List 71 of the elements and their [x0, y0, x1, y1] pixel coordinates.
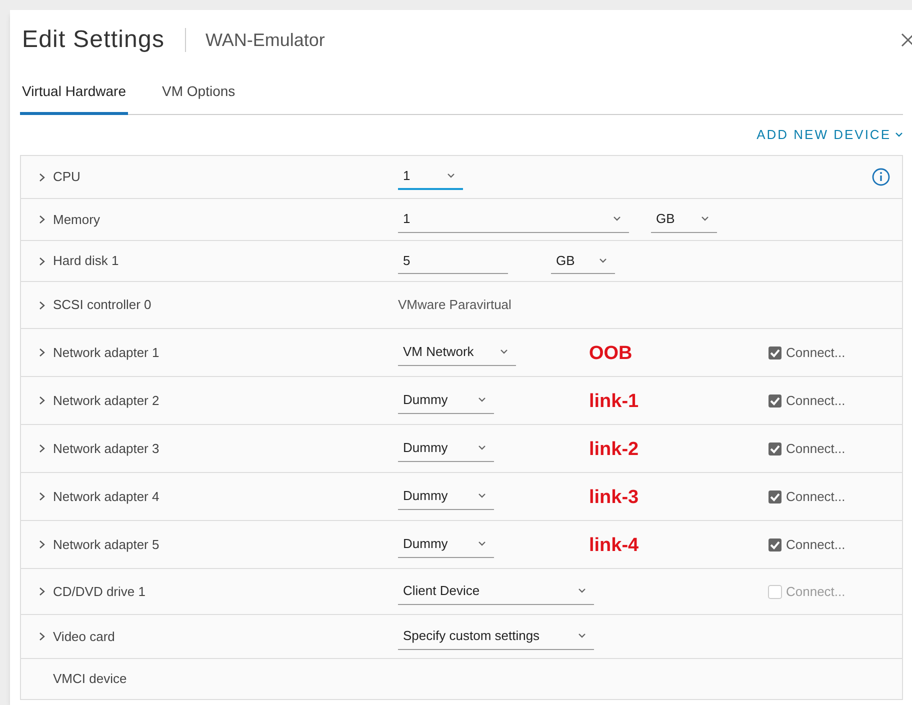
dropdown[interactable]: 1: [398, 164, 463, 190]
expand-chevron-icon[interactable]: [39, 540, 45, 549]
device-label: VMCI device: [53, 670, 127, 688]
dropdown[interactable]: Dummy: [398, 532, 494, 558]
caret-icon: [478, 445, 486, 451]
caret-icon: [701, 216, 709, 222]
dropdown[interactable]: Dummy: [398, 388, 494, 414]
unit-dropdown[interactable]: GB: [651, 206, 717, 232]
device-label: Video card: [53, 628, 115, 646]
checkbox[interactable]: [768, 442, 782, 456]
annotation-label: link-1: [589, 390, 639, 414]
expand-chevron-icon[interactable]: [39, 215, 45, 224]
caret-icon: [613, 216, 621, 222]
dropdown[interactable]: 1: [398, 206, 629, 232]
input-field[interactable]: 5: [398, 248, 508, 274]
connect-label: Connect...: [786, 488, 846, 506]
annotation-label: link-3: [589, 486, 639, 510]
expand-chevron-icon[interactable]: [39, 444, 45, 453]
annotation-label: link-2: [589, 438, 639, 462]
connect-label: Connect...: [786, 344, 846, 362]
connect-label: Connect...: [786, 536, 846, 554]
expand-chevron-icon[interactable]: [39, 256, 45, 266]
device-label: Network adapter 1: [53, 344, 160, 362]
dropdown[interactable]: VM Network: [398, 340, 516, 366]
tab[interactable]: Virtual Hardware: [20, 81, 128, 115]
caret-icon: [447, 173, 455, 179]
connect-label: Connect...: [786, 440, 846, 458]
device-label: CD/DVD drive 1: [53, 582, 146, 601]
expand-chevron-icon[interactable]: [39, 396, 45, 405]
checkbox[interactable]: [768, 394, 782, 408]
value-text: VMware Paravirtual: [398, 296, 512, 314]
add-new-device-button[interactable]: ADD NEW DEVICE: [756, 125, 903, 145]
expand-chevron-icon[interactable]: [39, 348, 45, 357]
caret-icon: [478, 541, 486, 547]
unit-dropdown[interactable]: GB: [551, 248, 615, 274]
checkbox[interactable]: [768, 490, 782, 504]
expand-chevron-icon[interactable]: [39, 587, 45, 596]
device-label: Memory: [53, 210, 100, 229]
caret-icon: [478, 397, 486, 403]
caret-icon: [478, 493, 486, 499]
device-label: Network adapter 2: [53, 392, 160, 410]
checkbox[interactable]: [768, 538, 782, 552]
caret-icon: [578, 588, 586, 594]
dropdown[interactable]: Specify custom settings: [398, 624, 594, 650]
caret-icon: [500, 349, 508, 355]
info-icon[interactable]: [872, 168, 890, 186]
device-label: Hard disk 1: [53, 252, 119, 270]
dropdown[interactable]: Dummy: [398, 436, 494, 462]
checkbox[interactable]: [768, 346, 782, 360]
device-label: Network adapter 4: [53, 488, 160, 506]
device-label: CPU: [53, 168, 80, 186]
expand-chevron-icon[interactable]: [39, 492, 45, 501]
caret-icon: [895, 132, 903, 138]
expand-chevron-icon[interactable]: [39, 300, 45, 310]
device-label: SCSI controller 0: [53, 296, 152, 314]
dropdown[interactable]: Dummy: [398, 484, 494, 510]
annotation-label: link-4: [589, 534, 639, 558]
expand-chevron-icon[interactable]: [39, 632, 45, 641]
caret-icon: [599, 258, 607, 264]
device-label: Network adapter 3: [53, 440, 160, 458]
dropdown[interactable]: Client Device: [398, 578, 594, 604]
expand-chevron-icon[interactable]: [39, 172, 45, 182]
annotation-label: OOB: [589, 342, 632, 366]
close-icon[interactable]: [900, 32, 912, 48]
device-label: Network adapter 5: [53, 536, 160, 554]
vm-name: WAN-Emulator: [206, 28, 325, 52]
connect-label: Connect...: [786, 392, 846, 410]
tab[interactable]: VM Options: [160, 81, 238, 115]
caret-icon: [578, 633, 586, 639]
connect-label: Connect...: [786, 582, 846, 601]
dialog-title: Edit Settings: [22, 25, 165, 55]
